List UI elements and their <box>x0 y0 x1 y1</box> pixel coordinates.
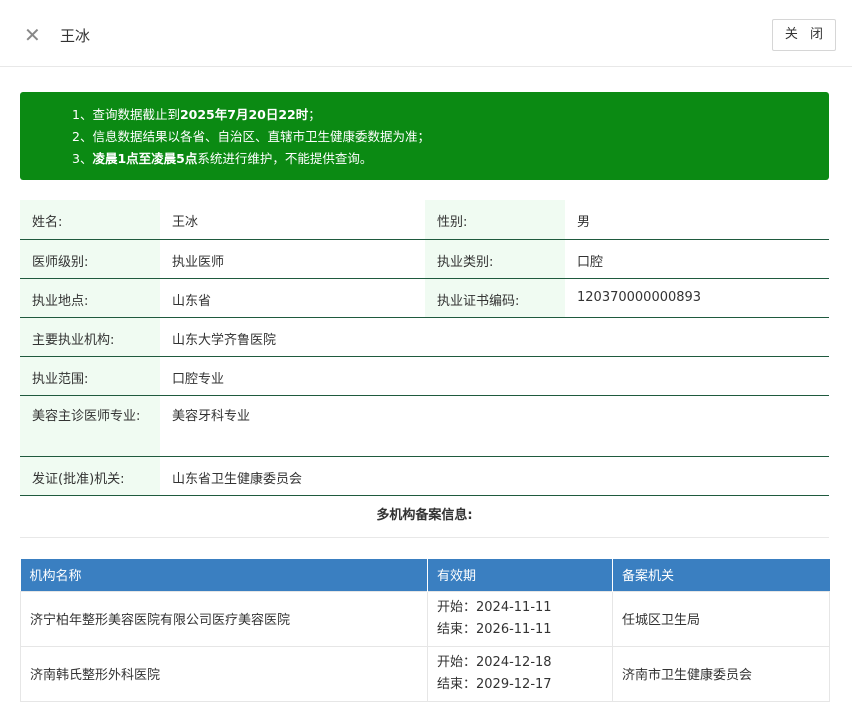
column-header-org-name: 机构名称 <box>20 559 428 591</box>
column-header-validity: 有效期 <box>427 559 613 591</box>
cosmetic-value: 美容牙科专业 <box>160 395 829 457</box>
notice-line-2: 2、信息数据结果以各省、自治区、直辖市卫生健康委数据为准； <box>72 129 430 144</box>
close-button[interactable]: 关 闭 <box>772 19 836 51</box>
doctor-info-table: 姓名: 王冰 性别: 男 医师级别: 执业医师 执业类别: 口腔 执业地点: 山… <box>20 200 829 496</box>
table-row: 济南韩氏整形外科医院 开始：2024-12-18 结束：2029-12-17 济… <box>20 645 830 702</box>
gender-label: 性别: <box>425 200 565 240</box>
agency-cell: 济南市卫生健康委员会 <box>612 645 830 702</box>
notice-banner: 1、查询数据截止到2025年7月20日22时； 2、信息数据结果以各省、自治区、… <box>20 92 829 180</box>
cert-label: 执业证书编码: <box>425 278 565 318</box>
category-value: 口腔 <box>565 239 829 279</box>
location-label: 执业地点: <box>20 278 160 318</box>
issuer-value: 山东省卫生健康委员会 <box>160 456 829 496</box>
cosmetic-label: 美容主诊医师专业: <box>20 395 160 457</box>
level-value: 执业医师 <box>160 239 425 279</box>
multi-org-table: 机构名称 有效期 备案机关 济宁柏年整形美容医院有限公司医疗美容医院 开始：20… <box>20 559 830 702</box>
issuer-label: 发证(批准)机关: <box>20 456 160 496</box>
category-label: 执业类别: <box>425 239 565 279</box>
name-value: 王冰 <box>160 200 425 240</box>
validity-cell: 开始：2024-11-11 结束：2026-11-11 <box>427 590 613 647</box>
name-label: 姓名: <box>20 200 160 240</box>
org-name-cell: 济南韩氏整形外科医院 <box>20 645 428 702</box>
location-value: 山东省 <box>160 278 425 318</box>
notice-line-3: 3、凌晨1点至凌晨5点系统进行维护，不能提供查询。 <box>72 151 373 166</box>
validity-cell: 开始：2024-12-18 结束：2029-12-17 <box>427 645 613 702</box>
scope-label: 执业范围: <box>20 356 160 396</box>
cert-value: 120370000000893 <box>565 278 829 318</box>
table-row: 济宁柏年整形美容医院有限公司医疗美容医院 开始：2024-11-11 结束：20… <box>20 590 830 647</box>
page-title: 王冰 <box>60 27 91 45</box>
org-name-cell: 济宁柏年整形美容医院有限公司医疗美容医院 <box>20 590 428 647</box>
agency-cell: 任城区卫生局 <box>612 590 830 647</box>
multi-org-heading: 多机构备案信息: <box>20 495 829 538</box>
org-value: 山东大学齐鲁医院 <box>160 317 829 357</box>
validity-end: 结束：2029-12-17 <box>437 676 552 692</box>
dialog-header: ✕ 王冰 关 闭 <box>0 3 852 67</box>
column-header-agency: 备案机关 <box>612 559 830 591</box>
org-label: 主要执业机构: <box>20 317 160 357</box>
validity-start: 开始：2024-11-11 <box>437 599 552 615</box>
validity-start: 开始：2024-12-18 <box>437 654 552 670</box>
validity-end: 结束：2026-11-11 <box>437 621 552 637</box>
scope-value: 口腔专业 <box>160 356 829 396</box>
gender-value: 男 <box>565 200 829 240</box>
close-icon[interactable]: ✕ <box>24 23 44 47</box>
level-label: 医师级别: <box>20 239 160 279</box>
notice-line-1: 1、查询数据截止到2025年7月20日22时； <box>72 107 321 122</box>
